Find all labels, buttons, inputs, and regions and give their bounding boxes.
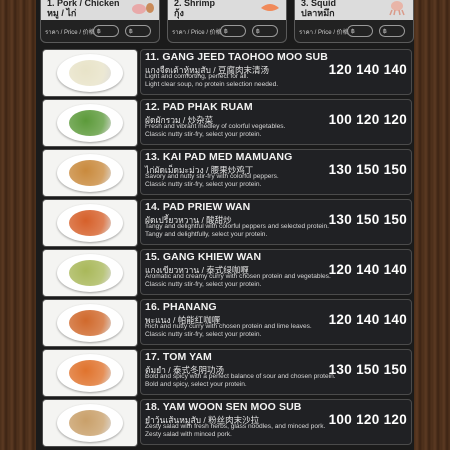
dish-photo <box>42 149 138 197</box>
dish-name: 18. YAM WOON SEN MOO SUB <box>145 401 302 413</box>
dish-description: Fresh and vibrant medley of colorful veg… <box>145 123 286 139</box>
dish-prices: 120 140 140 <box>328 312 407 327</box>
dish-name: 17. TOM YAM <box>145 351 212 363</box>
menu-item-card: 12. PAD PHAK RUAM ผัดผักรวม / 炒杂菜 Fresh … <box>140 99 412 145</box>
dish-description: Bold and spicy with a perfect balance of… <box>145 373 336 389</box>
price-field: ฿ <box>379 25 405 37</box>
protein-header: 1. Pork / Chicken หมู / ไก่ ราคา / Price… <box>40 0 414 44</box>
protein-title: 1. Pork / Chicken หมู / ไก่ <box>47 0 120 18</box>
menu-item-card: 15. GANG KHIEW WAN แกงเขียวหวาน / 泰式绿咖喱 … <box>140 249 412 295</box>
dish-prices: 130 150 150 <box>328 362 407 377</box>
dish-name: 12. PAD PHAK RUAM <box>145 101 253 113</box>
price-label: ราคา / Price / 价格 <box>299 30 349 36</box>
dish-description: Zesty salad with fresh herbs, glass nood… <box>145 423 326 439</box>
dish-prices: 120 140 140 <box>328 62 407 77</box>
dish-prices: 100 120 120 <box>328 112 407 127</box>
menu-item-card: 17. TOM YAM ต้มยำ / 泰式冬阴功汤 Bold and spic… <box>140 349 412 395</box>
price-field: ฿ <box>93 25 119 37</box>
protein-box-pork-chicken[interactable]: 1. Pork / Chicken หมู / ไก่ ราคา / Price… <box>40 0 160 43</box>
menu-item[interactable]: 11. GANG JEED TAOHOO MOO SUB แกงจืดเต้าห… <box>42 49 412 97</box>
dish-description: Rich and nutty curry with chosen protein… <box>145 323 312 339</box>
dish-name: 16. PHANANG <box>145 301 217 313</box>
dish-name: 13. KAI PAD MED MAMUANG <box>145 151 293 163</box>
menu-item[interactable]: 18. YAM WOON SEN MOO SUB ยำวุ้นเส้นหมูสั… <box>42 399 412 447</box>
menu-item-card: 13. KAI PAD MED MAMUANG ไก่ผัดเม็ดมะม่วง… <box>140 149 412 195</box>
protein-box-shrimp[interactable]: 2. Shrimp กุ้ง ราคา / Price / 价格 ฿ ฿ <box>167 0 287 43</box>
price-label: ราคา / Price / 价格 <box>45 30 95 36</box>
dish-photo <box>42 249 138 297</box>
dish-description: Aromatic and creamy curry with chosen pr… <box>145 273 331 289</box>
right-wood-border <box>414 0 450 450</box>
menu-item[interactable]: 17. TOM YAM ต้มยำ / 泰式冬阴功汤 Bold and spic… <box>42 349 412 397</box>
protein-box-squid[interactable]: 3. Squid ปลาหมึก ราคา / Price / 价格 ฿ ฿ <box>294 0 414 43</box>
price-field: ฿ <box>220 25 246 37</box>
dish-photo <box>42 349 138 397</box>
menu-item[interactable]: 13. KAI PAD MED MAMUANG ไก่ผัดเม็ดมะม่วง… <box>42 149 412 197</box>
dish-photo <box>42 199 138 247</box>
price-field: ฿ <box>125 25 151 37</box>
dish-name: 11. GANG JEED TAOHOO MOO SUB <box>145 51 328 63</box>
dish-prices: 130 150 150 <box>328 212 407 227</box>
dish-description: Light and comforting, perfect for all. Li… <box>145 73 279 89</box>
dish-photo <box>42 299 138 347</box>
dish-description: Tangy and delightful with colorful peppe… <box>145 223 330 239</box>
menu-item[interactable]: 15. GANG KHIEW WAN แกงเขียวหวาน / 泰式绿咖喱 … <box>42 249 412 297</box>
menu-item-card: 18. YAM WOON SEN MOO SUB ยำวุ้นเส้นหมูสั… <box>140 399 412 445</box>
dish-description: Savory and nutty stir-fry with colorful … <box>145 173 279 189</box>
menu-item[interactable]: 14. PAD PRIEW WAN ผัดเปรี้ยวหวาน / 酸甜炒 T… <box>42 199 412 247</box>
price-label: ราคา / Price / 价格 <box>172 30 222 36</box>
dish-prices: 100 120 120 <box>328 412 407 427</box>
price-field: ฿ <box>347 25 373 37</box>
dish-photo <box>42 399 138 447</box>
dish-prices: 120 140 140 <box>328 262 407 277</box>
menu-item[interactable]: 12. PAD PHAK RUAM ผัดผักรวม / 炒杂菜 Fresh … <box>42 99 412 147</box>
menu-item-card: 11. GANG JEED TAOHOO MOO SUB แกงจืดเต้าห… <box>140 49 412 95</box>
pig-chicken-icon <box>132 3 154 14</box>
squid-icon <box>389 1 405 16</box>
menu-item-card: 16. PHANANG พะแนง / 帕能红咖喱 Rich and nutty… <box>140 299 412 345</box>
shrimp-icon <box>261 4 279 11</box>
menu-item[interactable]: 16. PHANANG พะแนง / 帕能红咖喱 Rich and nutty… <box>42 299 412 347</box>
dish-name: 14. PAD PRIEW WAN <box>145 201 251 213</box>
protein-title: 2. Shrimp กุ้ง <box>174 0 216 18</box>
dish-prices: 130 150 150 <box>328 162 407 177</box>
dish-photo <box>42 49 138 97</box>
left-wood-border <box>0 0 36 450</box>
protein-title: 3. Squid ปลาหมึก <box>301 0 337 18</box>
price-field: ฿ <box>252 25 278 37</box>
dish-name: 15. GANG KHIEW WAN <box>145 251 262 263</box>
menu-item-card: 14. PAD PRIEW WAN ผัดเปรี้ยวหวาน / 酸甜炒 T… <box>140 199 412 245</box>
dish-photo <box>42 99 138 147</box>
